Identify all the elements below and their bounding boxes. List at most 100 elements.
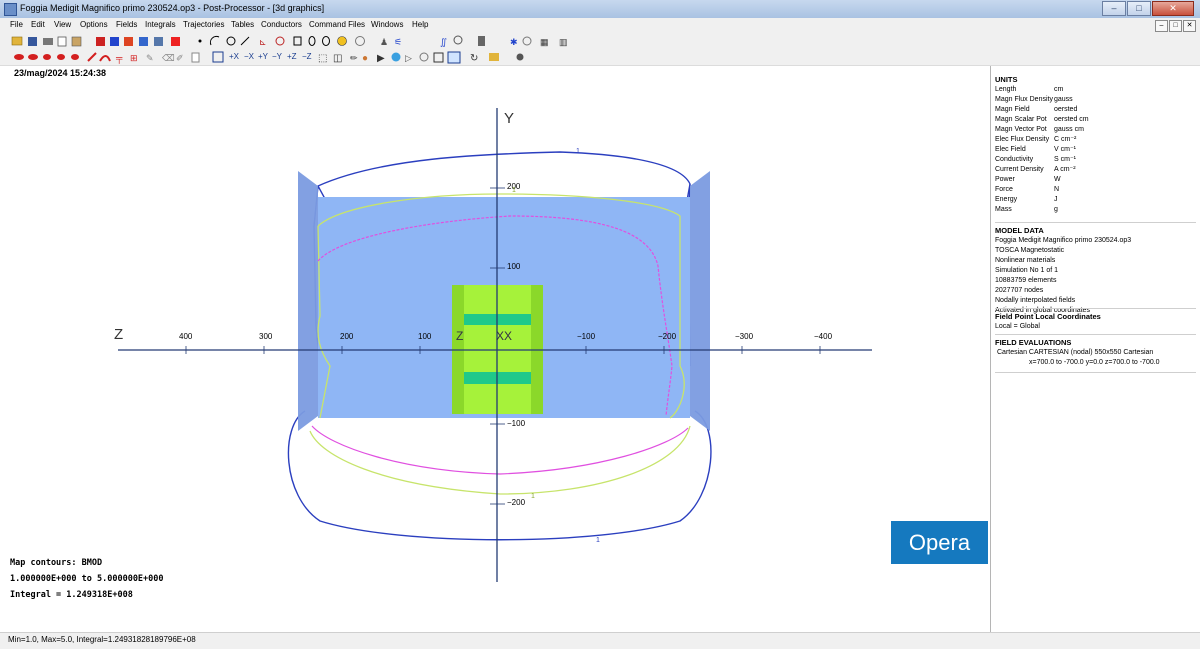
units-row: Magn Field oersted — [995, 105, 1196, 115]
mdi-minimize-button[interactable]: – — [1155, 20, 1168, 32]
unit-value: oersted — [1054, 106, 1078, 113]
unit-key: Magn Scalar Pot — [995, 116, 1047, 123]
origin-label-z: Z — [456, 329, 464, 343]
status-text: Min=1.0, Max=5.0, Integral=1.24931828189… — [8, 635, 196, 644]
copy-icon — [57, 36, 67, 47]
z-tick-label: −100 — [577, 332, 596, 341]
globe-icon — [355, 36, 365, 46]
map-contours-range: 1.000000E+000 to 5.000000E+000 — [10, 574, 164, 584]
side-plate-left — [298, 171, 318, 431]
model-data-row: 10883759 elements — [995, 277, 1057, 284]
menu-command-files[interactable]: Command Files — [309, 20, 365, 29]
menu-conductors[interactable]: Conductors — [261, 20, 302, 29]
status-bar: Min=1.0, Max=5.0, Integral=1.24931828189… — [0, 632, 1200, 649]
play-icon: ▶ — [377, 53, 385, 64]
menu-file[interactable]: File — [10, 20, 23, 29]
field-eval-section: FIELD EVALUATIONS Cartesian CARTESIAN (n… — [995, 334, 1196, 368]
edit-icon: ✐ — [176, 53, 184, 63]
side-plate-right — [690, 171, 710, 431]
stop-icon — [522, 36, 532, 46]
mdi-restore-button[interactable]: □ — [1169, 20, 1182, 32]
contour-label: 1 — [576, 148, 580, 155]
color-map-icon-3 — [124, 37, 133, 46]
graphics-viewport[interactable]: 23/mag/2024 15:24:38 Z Y 400 300 200 100… — [0, 66, 991, 632]
menu-windows[interactable]: Windows — [371, 20, 403, 29]
color-map-icon-6 — [171, 37, 180, 46]
units-row: Mass g — [995, 205, 1196, 215]
units-row: Power W — [995, 175, 1196, 185]
unit-value: S cm⁻¹ — [1054, 156, 1076, 163]
rotate-icon: ↻ — [470, 53, 478, 64]
table-icon: ▦ — [540, 37, 549, 47]
units-row: Conductivity S cm⁻¹ — [995, 155, 1196, 165]
view-minus-y-button[interactable]: −Y — [272, 51, 282, 63]
color-map-icon-1 — [96, 37, 105, 46]
unit-value: A cm⁻² — [1054, 166, 1076, 173]
contour-line-magenta-lower — [311, 425, 689, 475]
unit-key: Current Density — [995, 166, 1044, 173]
zoom-icon — [453, 35, 463, 45]
units-row: Energy J — [995, 195, 1196, 205]
red-shape-icon-1 — [14, 54, 24, 60]
unit-value: gauss — [1054, 96, 1073, 103]
field-point-heading: Field Point Local Coordinates — [995, 312, 1101, 321]
view-plus-y-button[interactable]: +Y — [258, 51, 268, 63]
units-section: UNITS Length cm Magn Flux Densitygauss Ma… — [995, 72, 1196, 215]
folder-icon — [489, 53, 499, 61]
field-point-row: Local = Global — [995, 323, 1040, 330]
menu-options[interactable]: Options — [80, 20, 108, 29]
red-line-icon — [87, 52, 97, 62]
circle-icon — [226, 36, 236, 46]
mdi-close-button[interactable]: ✕ — [1183, 20, 1196, 32]
view-plus-z-button[interactable]: +Z — [287, 51, 297, 63]
model-data-row: Foggia Medigit Magnifico primo 230524.op… — [995, 237, 1132, 244]
toolbar-main: ⊾ ♟ ⚟ ∬ ✱ ▦ ▥ — [0, 33, 1200, 50]
pencil-icon: ✏ — [350, 53, 358, 63]
menu-integrals[interactable]: Integrals — [145, 20, 176, 29]
calculator-icon — [478, 36, 485, 46]
line-icon — [240, 36, 250, 46]
ellipse-icon — [322, 36, 330, 46]
z-tick-label: 400 — [179, 332, 193, 341]
menu-tables[interactable]: Tables — [231, 20, 254, 29]
z-tick-label: 200 — [340, 332, 354, 341]
unit-value: g — [1054, 206, 1058, 213]
unit-key: Magn Vector Pot — [995, 126, 1047, 133]
close-button[interactable]: ✕ — [1152, 1, 1194, 16]
z-tick-label: 100 — [418, 332, 432, 341]
unit-key: Conductivity — [995, 156, 1034, 163]
menu-view[interactable]: View — [54, 20, 71, 29]
paste-icon — [71, 36, 82, 47]
unit-value: N — [1054, 186, 1060, 193]
menu-bar: File Edit View Options Fields Integrals … — [0, 18, 1200, 34]
origin-label-x: XX — [496, 329, 513, 343]
model-data-section: MODEL DATA Foggia Medigit Magnifico prim… — [995, 222, 1196, 316]
window-controls: – □ ✕ — [1101, 1, 1194, 16]
unit-value: J — [1054, 196, 1058, 203]
menu-fields[interactable]: Fields — [116, 20, 137, 29]
info-panel: UNITS Length cm Magn Flux Densitygauss Ma… — [991, 66, 1200, 632]
y-tick-label: −100 — [507, 419, 526, 428]
unit-key: Mass — [995, 206, 1012, 213]
maximize-button[interactable]: □ — [1127, 1, 1151, 16]
red-curve-icon — [99, 55, 111, 62]
unit-value: C cm⁻² — [1054, 136, 1077, 143]
unit-key: Elec Flux Density — [995, 136, 1050, 143]
red-shape-icon-3 — [43, 54, 51, 60]
view-minus-z-button[interactable]: −Z — [302, 51, 312, 63]
units-row: Magn Vector Pot gauss cm — [995, 125, 1196, 135]
menu-help[interactable]: Help — [412, 20, 428, 29]
minimize-button[interactable]: – — [1102, 1, 1126, 16]
view-plus-x-button[interactable]: +X — [229, 51, 239, 63]
view-minus-x-button[interactable]: −X — [244, 51, 254, 63]
target-icon — [275, 36, 285, 46]
window-title: Foggia Medigit Magnifico primo 230524.op… — [20, 3, 325, 13]
contour-label: 1 — [512, 187, 516, 194]
record-icon — [516, 53, 524, 61]
units-row: Magn Flux Densitygauss — [995, 95, 1196, 105]
menu-edit[interactable]: Edit — [31, 20, 45, 29]
z-tick-label: −200 — [658, 332, 677, 341]
open-folder-icon — [11, 36, 23, 46]
menu-trajectories[interactable]: Trajectories — [183, 20, 225, 29]
flag-icon: ✱ — [510, 37, 518, 47]
